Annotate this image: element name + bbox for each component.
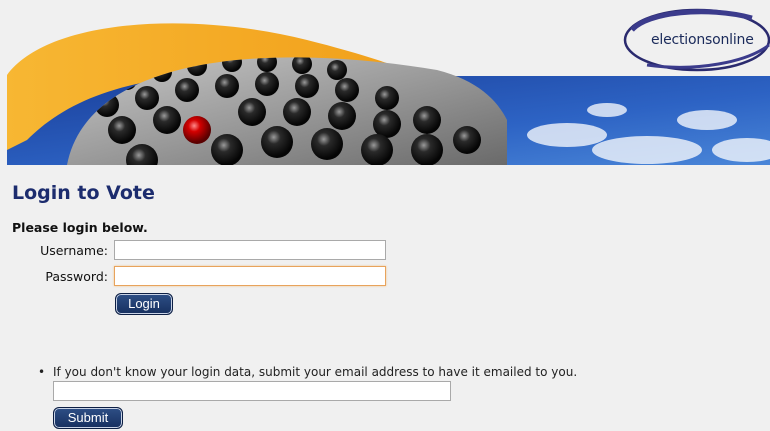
username-input[interactable] [114,240,386,260]
banner-graphic [7,8,770,165]
header-banner: electionsonline [7,0,770,165]
password-input[interactable] [114,266,386,286]
login-help-text: If you don't know your login data, submi… [53,365,578,379]
password-label: Password: [45,269,108,284]
email-input[interactable] [53,381,451,401]
hint-bullet: • [38,365,46,379]
submit-button[interactable]: Submit [53,407,123,429]
login-instructions: Please login below. [12,220,148,235]
logo: electionsonline [651,32,754,48]
username-label: Username: [40,243,108,258]
login-page: electionsonline Login to Vote Please log… [0,0,770,431]
login-button[interactable]: Login [115,293,173,315]
page-title: Login to Vote [12,182,155,204]
